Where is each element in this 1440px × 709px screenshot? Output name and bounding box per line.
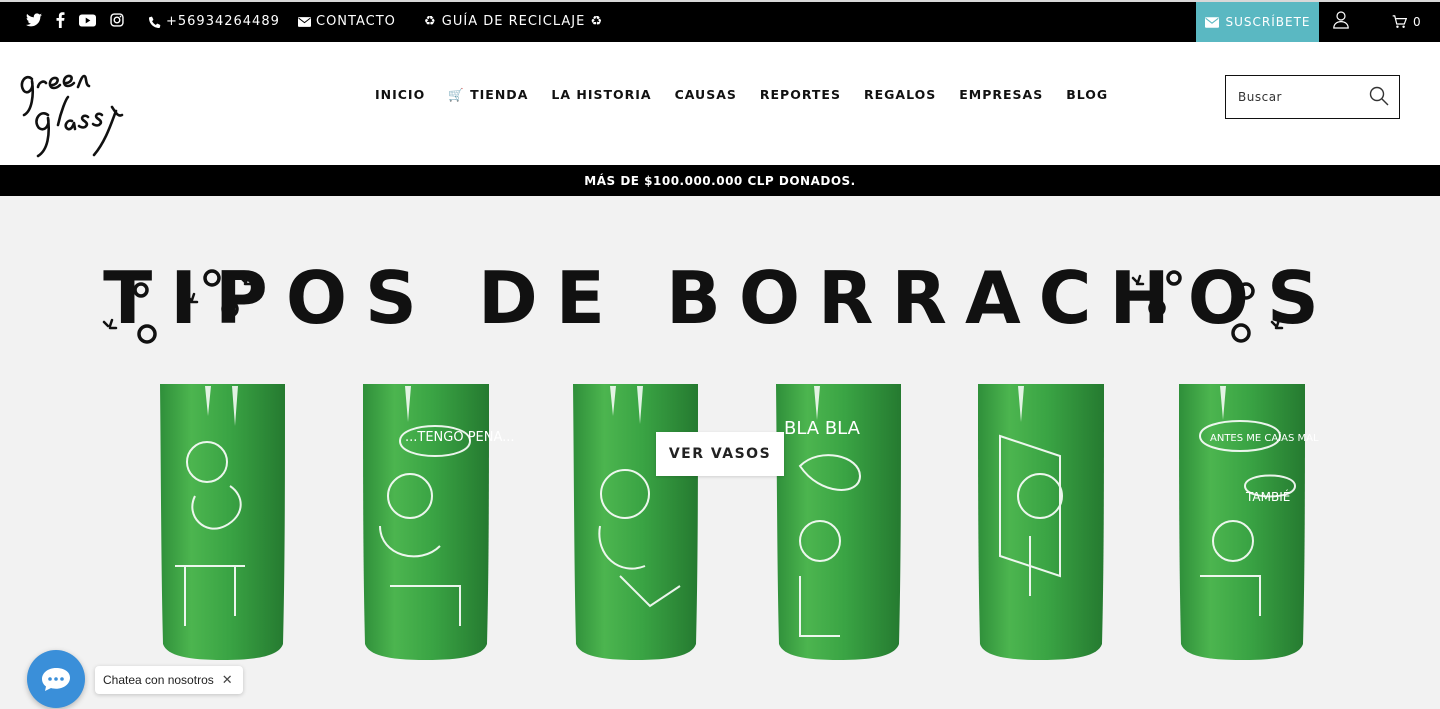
- glass-5: [978, 384, 1104, 660]
- logo[interactable]: [16, 65, 128, 161]
- glass-text-bla-bla: BLA BLA: [784, 418, 861, 439]
- chat-label-text: Chatea con nosotros: [103, 673, 214, 687]
- envelope-icon: [1204, 16, 1219, 28]
- recycling-guide-label: ♻ GUÍA DE RECICLAJE ♻: [424, 14, 604, 29]
- phone-link[interactable]: +56934264489: [149, 14, 280, 29]
- search-box: [1225, 75, 1400, 119]
- subscribe-button[interactable]: SUSCRÍBETE: [1196, 2, 1319, 42]
- phone-number: +56934264489: [166, 14, 280, 29]
- site-header: INICIO 🛒 TIENDA LA HISTORIA CAUSAS REPOR…: [0, 42, 1440, 165]
- chat-prompt[interactable]: Chatea con nosotros ✕: [95, 666, 243, 694]
- glass-2: [363, 384, 489, 660]
- contact-label: CONTACTO: [316, 14, 396, 29]
- phone-icon: [149, 16, 161, 28]
- nav-item-tienda[interactable]: 🛒 TIENDA: [448, 87, 528, 103]
- hero-title: TIPOS DE BORRACHOS: [103, 256, 1337, 340]
- glass-6: [1179, 384, 1305, 660]
- search-icon[interactable]: [1369, 86, 1389, 110]
- donation-text: MÁS DE $100.000.000 CLP DONADOS.: [584, 173, 856, 188]
- social-links: [26, 12, 124, 28]
- instagram-icon[interactable]: [110, 13, 124, 27]
- nav-item-blog[interactable]: BLOG: [1066, 87, 1108, 103]
- main-nav: INICIO 🛒 TIENDA LA HISTORIA CAUSAS REPOR…: [375, 87, 1108, 103]
- nav-item-reportes[interactable]: REPORTES: [760, 87, 841, 103]
- contact-link[interactable]: CONTACTO: [298, 14, 396, 29]
- glass-text-tengo-pena: ...TENGO PENA...: [405, 430, 515, 445]
- subscribe-label: SUSCRÍBETE: [1225, 15, 1311, 29]
- chat-button[interactable]: [27, 650, 85, 708]
- nav-item-empresas[interactable]: EMPRESAS: [959, 87, 1043, 103]
- glass-text-antes: ANTES ME CAÍAS MAL: [1210, 431, 1319, 444]
- search-input[interactable]: [1236, 89, 1365, 105]
- recycling-guide-link[interactable]: ♻ GUÍA DE RECICLAJE ♻: [424, 14, 603, 29]
- glass-text-tambien: TAMBIÉ: [1245, 489, 1290, 504]
- facebook-icon[interactable]: [56, 12, 65, 28]
- cart-count: 0: [1413, 15, 1421, 29]
- glass-3: [573, 384, 698, 660]
- twitter-icon[interactable]: [26, 13, 42, 27]
- top-bar: +56934264489 CONTACTO ♻ GUÍA DE RECICLAJ…: [0, 0, 1440, 42]
- close-icon[interactable]: ✕: [222, 672, 233, 688]
- cart-icon: [1392, 15, 1407, 28]
- nav-item-la-historia[interactable]: LA HISTORIA: [551, 87, 651, 103]
- user-icon[interactable]: [1333, 11, 1349, 33]
- envelope-icon: [298, 16, 311, 27]
- cart-link[interactable]: 0: [1392, 15, 1421, 29]
- hero-banner[interactable]: ...TENGO PENA... BLA BLA ANTES ME CAÍAS …: [0, 196, 1440, 709]
- chat-icon: [42, 668, 70, 691]
- youtube-icon[interactable]: [79, 13, 96, 27]
- donation-banner: MÁS DE $100.000.000 CLP DONADOS.: [0, 165, 1440, 196]
- ver-vasos-button[interactable]: VER VASOS: [656, 432, 784, 476]
- glass-1: [160, 384, 285, 660]
- nav-item-regalos[interactable]: REGALOS: [864, 87, 936, 103]
- nav-item-inicio[interactable]: INICIO: [375, 87, 425, 103]
- nav-item-causas[interactable]: CAUSAS: [675, 87, 737, 103]
